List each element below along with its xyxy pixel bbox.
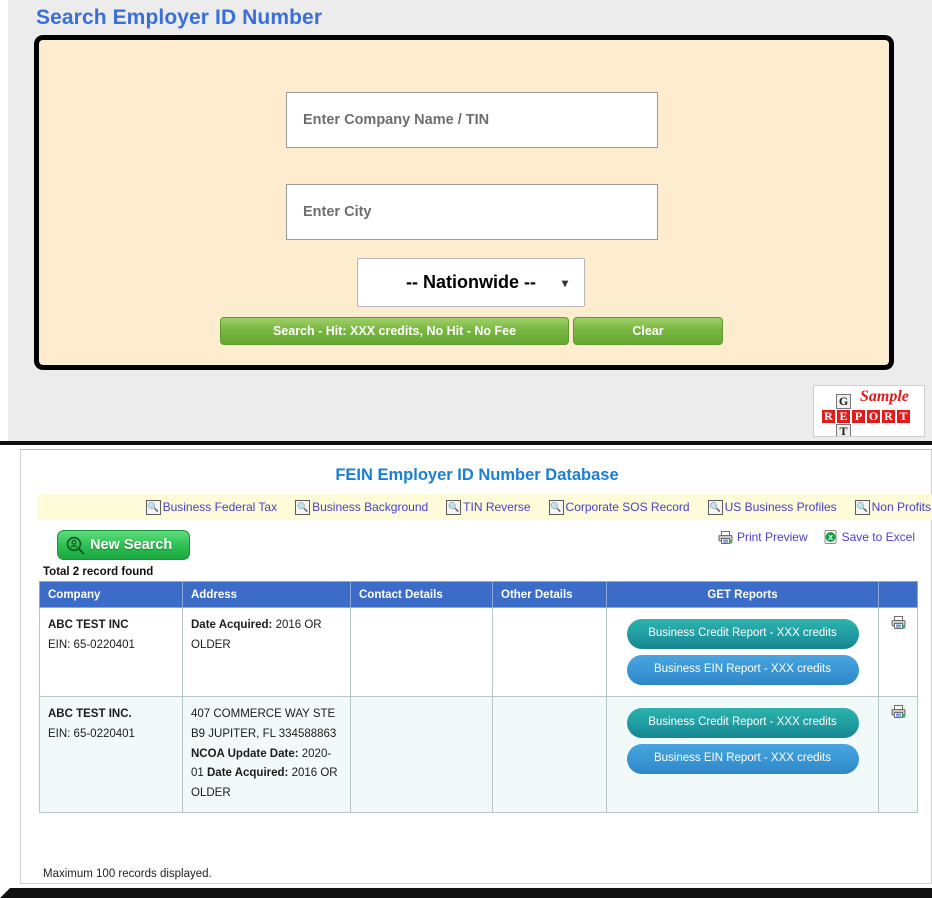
save-to-excel-label: Save to Excel [841,530,915,544]
nav-link-label: Non Profits [871,500,931,514]
nav-link-tin-reverse[interactable]: 🔍 TIN Reverse [446,499,531,515]
search-icon: 🔍 [548,499,564,515]
search-icon: 🔍 [145,499,161,515]
search-button[interactable]: Search - Hit: XXX credits, No Hit - No F… [220,317,569,345]
company-name: ABC TEST INC [48,619,129,631]
printer-icon[interactable] [891,705,906,721]
stamp-sample-text: Sample [860,388,909,405]
address-street: 407 COMMERCE WAY STE B9 JUPITER, FL 3345… [191,708,337,740]
column-header-company: Company [39,581,183,608]
search-icon: 🔍 [446,499,462,515]
nav-link-corporate-sos-record[interactable]: 🔍 Corporate SOS Record [548,499,690,515]
table-header-row: Company Address Contact Details Other De… [39,581,918,608]
cell-company: ABC TEST INC EIN: 65-0220401 [39,607,183,697]
column-header-other-details: Other Details [492,581,607,608]
state-select[interactable]: -- Nationwide -- ▾ [357,258,585,307]
save-to-excel-button[interactable]: X Save to Excel [824,530,915,544]
table-row: ABC TEST INC EIN: 65-0220401 Date Acquir… [39,607,918,697]
printer-icon[interactable] [891,616,906,632]
column-header-print [878,581,918,608]
city-input[interactable]: Enter City [286,184,658,240]
column-header-address: Address [182,581,351,608]
stamp-across-letter-p: P [851,409,866,424]
company-ein: EIN: 65-0220401 [48,727,135,740]
chevron-down-icon: ▾ [561,275,568,290]
ncoa-update-date-label: NCOA Update Date: [191,747,299,760]
cell-address: 407 COMMERCE WAY STE B9 JUPITER, FL 3345… [182,696,351,813]
new-search-label: New Search [90,537,173,553]
cell-contact-details [350,607,493,697]
page-title: Search Employer ID Number [36,6,323,29]
results-panel-inner: FEIN Employer ID Number Database 🔍 Busin… [20,449,932,884]
stamp-across-letter-r2: R [881,409,896,424]
print-preview-button[interactable]: Print Preview [718,530,808,544]
company-name: ABC TEST INC. [48,708,132,720]
results-table: Company Address Contact Details Other De… [39,581,918,813]
cell-company: ABC TEST INC. EIN: 65-0220401 [39,696,183,813]
database-title: FEIN Employer ID Number Database [335,466,619,484]
address-label: Date Acquired: [191,619,273,631]
stamp-across-letter-o: O [866,409,881,424]
printer-icon [718,530,733,544]
date-acquired-label: Date Acquired: [207,767,289,780]
cell-contact-details [350,696,493,813]
city-placeholder: Enter City [303,204,372,220]
nav-link-label: Corporate SOS Record [565,500,690,514]
nav-link-label: TIN Reverse [463,500,531,514]
footer-note: Maximum 100 records displayed. [43,868,212,880]
nav-link-label: US Business Profiles [724,500,837,514]
search-icon: 🔍 [295,499,311,515]
nav-links-bar: 🔍 Business Federal Tax 🔍 Business Backgr… [37,494,932,520]
cell-other-details [492,607,607,697]
nav-link-business-background[interactable]: 🔍 Business Background [295,499,429,515]
nav-link-label: Business Federal Tax [162,500,278,514]
clear-button[interactable]: Clear [573,317,723,345]
table-row: ABC TEST INC. EIN: 65-0220401 407 COMMER… [39,696,918,813]
company-name-input[interactable]: Enter Company Name / TIN [286,92,658,148]
business-ein-report-button[interactable]: Business EIN Report - XXX credits [626,744,859,774]
cell-get-reports: Business Credit Report - XXX credits Bus… [606,607,879,697]
nav-link-label: Business Background [312,500,429,514]
company-ein: EIN: 65-0220401 [48,638,135,651]
cell-get-reports: Business Credit Report - XXX credits Bus… [606,696,879,813]
company-name-placeholder: Enter Company Name / TIN [303,112,490,128]
cell-address: Date Acquired: 2016 OR OLDER [182,607,351,697]
new-search-button[interactable]: New Search [57,530,190,560]
results-panel: FEIN Employer ID Number Database 🔍 Busin… [0,445,932,898]
search-panel: Search Employer ID Number Enter Company … [0,0,932,441]
state-select-value: -- Nationwide -- [406,272,536,292]
search-icon: 🔍 [854,499,870,515]
stamp-across-letter-t: T [896,409,911,424]
total-records-found: Total 2 record found [43,566,154,578]
column-header-get-reports: GET Reports [606,581,879,608]
stamp-down-letter-t: T [836,424,851,436]
sample-report-stamp: Sample G T R E P O R T [813,385,925,437]
business-credit-report-button[interactable]: Business Credit Report - XXX credits [626,708,859,738]
svg-text:X: X [828,535,833,542]
nav-link-business-federal-tax[interactable]: 🔍 Business Federal Tax [145,499,278,515]
stamp-across-letter-r1: R [821,409,836,424]
nav-link-us-business-profiles[interactable]: 🔍 US Business Profiles [707,499,837,515]
cell-print[interactable] [878,607,918,697]
nav-link-non-profits[interactable]: 🔍 Non Profits [854,499,931,515]
print-preview-label: Print Preview [736,530,808,544]
stamp-across-letter-e: E [836,409,851,424]
excel-icon: X [824,530,838,544]
column-header-contact-details: Contact Details [350,581,493,608]
business-credit-report-button[interactable]: Business Credit Report - XXX credits [626,619,859,649]
search-icon: 🔍 [707,499,723,515]
cell-print[interactable] [878,696,918,813]
business-ein-report-button[interactable]: Business EIN Report - XXX credits [626,655,859,685]
results-toolbar: Print Preview X Save to Excel [718,530,915,544]
cell-other-details [492,696,607,813]
search-person-icon [66,536,85,555]
search-form: Enter Company Name / TIN Enter City -- N… [34,35,894,370]
stamp-down-letter-g: G [836,394,851,409]
